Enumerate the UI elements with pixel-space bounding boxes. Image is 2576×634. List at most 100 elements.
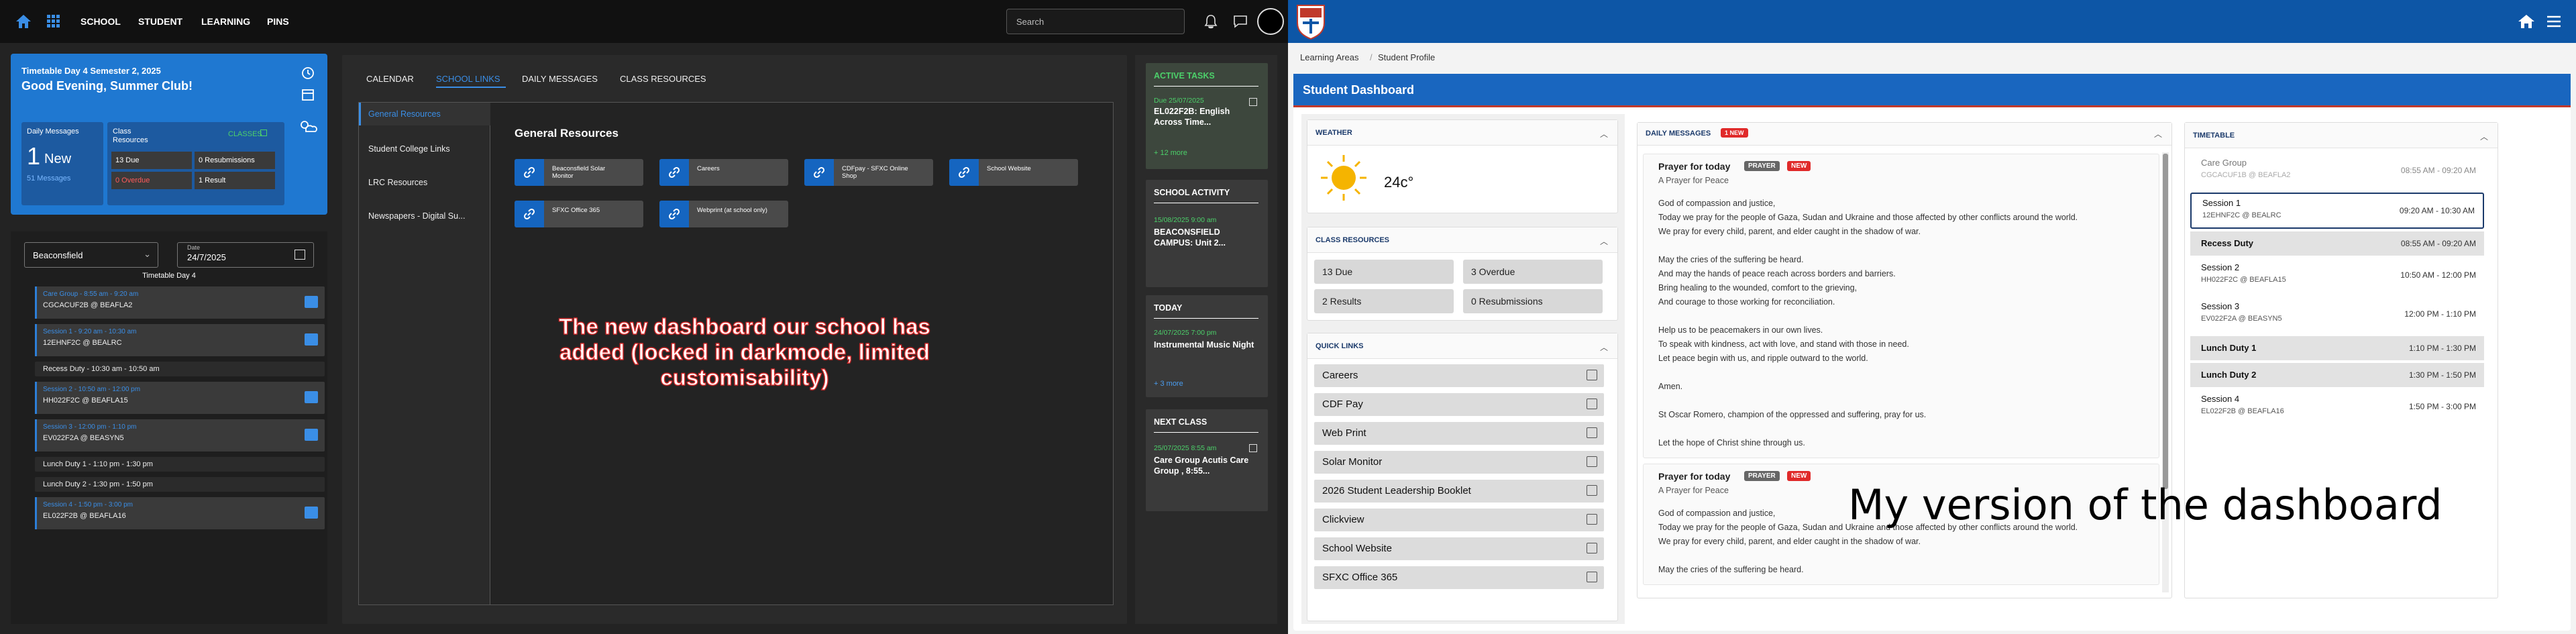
subnav-student-college-links[interactable]: Student College Links [368,144,489,154]
timetable-row[interactable]: Care Group CGCACUF1B @ BEAFLA2 08:55 AM - … [2190,154,2484,190]
quick-link[interactable]: Solar Monitor [1314,451,1604,474]
link-button[interactable]: CDFpay - SFXC Online Shop [804,159,933,186]
clock-icon[interactable] [301,66,315,81]
quick-link[interactable]: Careers [1314,364,1604,387]
chat-icon[interactable] [1233,15,1248,28]
cr-results[interactable]: 2 Results [1314,289,1454,313]
tab-calendar[interactable]: CALENDAR [366,74,414,84]
chevron-up-icon[interactable]: ︿ [2154,128,2162,140]
search-input[interactable]: Search [1006,9,1185,34]
quick-link-label: CDF Pay [1322,399,1363,410]
timetable-row[interactable]: Lunch Duty 1 1:10 PM - 1:30 PM [2190,336,2484,360]
chevron-up-icon[interactable]: ︿ [1600,235,1608,247]
external-link-icon[interactable] [260,129,267,136]
calendar-icon[interactable] [305,296,318,308]
external-link-icon[interactable] [1249,444,1257,452]
chevron-up-icon[interactable]: ︿ [2480,131,2488,142]
schedule-row[interactable]: Session 3 - 12:00 pm - 1:10 pm EV022F2A @… [35,419,325,452]
calendar-icon[interactable] [294,250,305,260]
schedule-row[interactable]: Care Group - 8:55 am - 9:20 am CGCACUF2B … [35,286,325,319]
subnav-newspapers[interactable]: Newspapers - Digital Su... [368,211,489,221]
today-title: TODAY [1154,303,1183,313]
resources-title: General Resources [515,127,619,140]
quick-link[interactable]: Web Print [1314,422,1604,445]
tab-daily-messages[interactable]: DAILY MESSAGES [522,74,598,84]
calendar-icon[interactable] [305,391,318,403]
breadcrumb-learning-areas[interactable]: Learning Areas [1300,52,1358,62]
tab-school-links[interactable]: SCHOOL LINKS [436,74,500,84]
tab-class-resources[interactable]: CLASS RESOURCES [620,74,706,84]
task-title[interactable]: EL022F2B: English Across Time... [1154,106,1254,127]
link-button[interactable]: Beaconsfield Solar Monitor [515,159,643,186]
timetable-row[interactable]: Session 4 EL022F2B @ BEAFLA16 1:50 PM - 3:… [2190,390,2484,426]
result-count[interactable]: 1 Result [195,172,275,189]
home-icon[interactable] [2517,13,2536,30]
tasks-more-link[interactable]: + 12 more [1154,149,1187,157]
quick-link[interactable]: CDF Pay [1314,393,1604,416]
weather-title: WEATHER [1307,120,1617,146]
timetable-row[interactable]: Lunch Duty 2 1:30 PM - 1:50 PM [2190,363,2484,387]
classes-link[interactable]: CLASSES [228,130,262,138]
link-button[interactable]: School Website [949,159,1078,186]
annotation-right: My version of the dashboard [1848,480,2443,529]
link-label: CDFpay - SFXC Online Shop [842,165,908,180]
campus-select[interactable]: Beaconsfield ⌄ [24,242,158,268]
subnav-lrc-resources[interactable]: LRC Resources [368,178,489,187]
home-icon[interactable] [15,13,32,30]
external-link-icon [1587,456,1597,467]
schedule-row[interactable]: Session 1 - 9:20 am - 10:30 am 12EHNF2C @… [35,324,325,356]
timetable-row[interactable]: Session 1 12EHNF2C @ BEALRC 09:20 AM - 10:… [2190,193,2484,229]
messages-link[interactable]: 51 Messages [27,174,70,182]
timetable-time: 08:55 AM - 09:20 AM [2400,239,2476,248]
chevron-up-icon[interactable]: ︿ [1600,128,1608,140]
today-card[interactable]: TODAY 24/07/2025 7:00 pm Instrumental Mu… [1146,295,1268,397]
timetable-time: 1:30 PM - 1:50 PM [2408,370,2476,380]
subnav-general-resources[interactable]: General Resources [368,109,489,119]
link-button[interactable]: Webprint (at school only) [659,201,788,227]
weather-icon[interactable] [298,118,318,134]
class-resources-box: Class Resources CLASSES 13 Due 0 Resubmi… [107,122,284,205]
breadcrumb-student-profile[interactable]: Student Profile [1378,52,1435,62]
quick-link[interactable]: Clickview [1314,509,1604,531]
chevron-up-icon[interactable]: ︿ [1600,341,1608,353]
timetable-row[interactable]: Recess Duty 08:55 AM - 09:20 AM [2190,231,2484,256]
timetable-row[interactable]: Session 3 EV022F2A @ BEASYN5 12:00 PM - 1:… [2190,297,2484,333]
bell-icon[interactable] [1204,14,1218,29]
hamburger-menu-icon[interactable] [2546,15,2561,28]
header-bar [1288,0,2576,43]
cr-overdue[interactable]: 3 Overdue [1463,260,1603,284]
today-more-link[interactable]: + 3 more [1154,380,1183,388]
calendar-icon[interactable] [301,87,315,102]
link-button[interactable]: SFXC Office 365 [515,201,643,227]
school-activity-card[interactable]: SCHOOL ACTIVITY 15/08/2025 9:00 am BEACO… [1146,180,1268,287]
schedule-row[interactable]: Session 2 - 10:50 am - 12:00 pm HH022F2C … [35,382,325,414]
quick-link[interactable]: 2026 Student Leadership Booklet [1314,480,1604,503]
calendar-icon[interactable] [305,333,318,346]
timetable-day-line: Timetable Day 4 Semester 2, 2025 [21,66,161,76]
nav-school[interactable]: SCHOOL [80,16,121,27]
cr-resubmissions[interactable]: 0 Resubmissions [1463,289,1603,313]
overdue-count[interactable]: 0 Overdue [111,172,192,189]
nav-pins[interactable]: PINS [267,16,289,27]
active-tasks-card[interactable]: ACTIVE TASKS Due 25/07/2025 EL022F2B: En… [1146,63,1268,169]
weather-temp: 24c° [1384,174,1414,191]
avatar[interactable] [1257,8,1284,35]
quick-link[interactable]: SFXC Office 365 [1314,566,1604,589]
external-link-icon[interactable] [1249,98,1257,106]
date-field[interactable]: Date 24/7/2025 [177,242,314,268]
link-button[interactable]: Careers [659,159,788,186]
next-class-card[interactable]: NEXT CLASS 25/07/2025 8:55 am Care Group… [1146,409,1268,511]
timetable-room: EL022F2B @ BEAFLA16 [2201,407,2284,415]
calendar-icon[interactable] [305,507,318,519]
daily-messages-box[interactable]: Daily Messages 1 New 51 Messages [21,122,103,205]
resubmissions-count[interactable]: 0 Resubmissions [195,152,275,169]
due-count[interactable]: 13 Due [111,152,192,169]
timetable-row[interactable]: Session 2 HH022F2C @ BEAFLA15 10:50 AM - 1… [2190,258,2484,295]
grid-apps-icon[interactable] [47,15,60,28]
schedule-row[interactable]: Session 4 - 1:50 pm - 3:00 pm EL022F2B @ … [35,497,325,529]
nav-learning[interactable]: LEARNING [201,16,250,27]
cr-due[interactable]: 13 Due [1314,260,1454,284]
quick-link[interactable]: School Website [1314,537,1604,560]
calendar-icon[interactable] [305,429,318,441]
nav-student[interactable]: STUDENT [138,16,182,27]
